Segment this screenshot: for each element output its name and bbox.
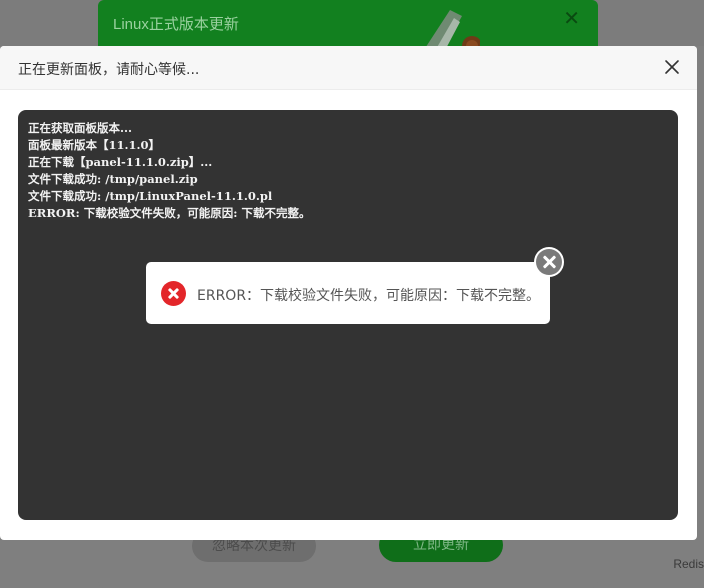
close-icon[interactable] [663,58,681,76]
error-toast-message: ERROR：下载校验文件失败，可能原因：下载不完整。 [197,288,541,304]
log-line: 正在下载【panel-11.1.0.zip】... [28,155,213,169]
progress-dialog-title: 正在更新面板，请耐心等候... [18,62,200,78]
log-line: ERROR: 下载校验文件失败，可能原因: 下载不完整。 [28,206,311,220]
toast-close-icon[interactable] [534,247,564,277]
background-redis-label: Redis [673,557,704,571]
progress-dialog-header: 正在更新面板，请耐心等候... [0,46,697,90]
update-dialog-close-icon[interactable]: ✕ [563,8,580,28]
error-icon [161,281,186,306]
log-line: 正在获取面板版本... [28,121,133,135]
log-line: 面板最新版本【11.1.0】 [28,138,161,152]
log-line: 文件下载成功: /tmp/panel.zip [28,172,198,186]
update-dialog-title: Linux正式版本更新 [113,16,239,33]
log-line: 文件下载成功: /tmp/LinuxPanel-11.1.0.pl [28,189,273,203]
error-toast: ERROR：下载校验文件失败，可能原因：下载不完整。 [146,262,550,324]
